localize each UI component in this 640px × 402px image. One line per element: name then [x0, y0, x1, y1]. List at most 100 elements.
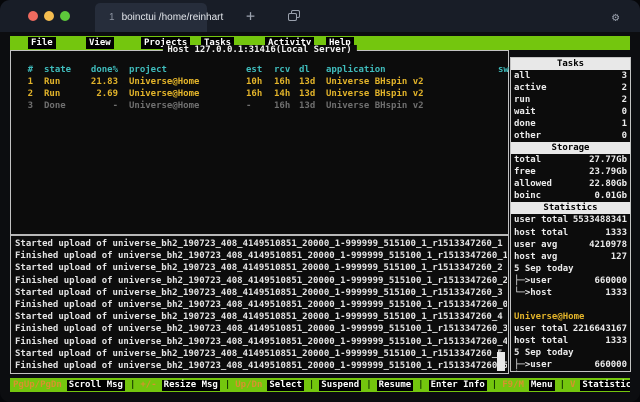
- task-state: Run: [44, 88, 60, 100]
- task-dl: 13d: [299, 100, 315, 112]
- spacer: [511, 299, 630, 311]
- status-bar: PgUp/PgDnScroll Msg | +/-Resize Msg | Up…: [10, 378, 630, 392]
- duplicate-icon[interactable]: [288, 10, 301, 22]
- menu-file[interactable]: File: [28, 37, 56, 49]
- stat-value: 2: [622, 82, 627, 94]
- stat-row: host total1333: [511, 227, 630, 239]
- task-done: -: [73, 100, 118, 112]
- col-done: done%: [73, 64, 118, 76]
- stat-label: ├─>user: [514, 359, 552, 371]
- stat-row: total27.77Gb: [511, 154, 630, 166]
- hotkey-enter-info: Enter Info: [429, 380, 487, 391]
- task-row[interactable]: 2 Run 2.69 Universe@Home 16h 14h 13d Uni…: [11, 88, 508, 100]
- stat-label: └─>host: [514, 371, 552, 372]
- stat-value: 3: [622, 70, 627, 82]
- separator: |: [309, 380, 314, 390]
- hotkey-label: Resume: [377, 380, 414, 391]
- task-est: 16h: [246, 88, 262, 100]
- task-done: 21.83: [73, 76, 118, 88]
- message-log[interactable]: Started upload of universe_bh2_190723_40…: [15, 238, 507, 372]
- col-dl: dl: [299, 64, 310, 76]
- task-project: Universe@Home: [129, 88, 199, 100]
- hotkey: PgUp/PgDn: [13, 380, 62, 390]
- titlebar: 1 boinctui /home/reinhart + ⚙: [0, 0, 640, 32]
- task-application: Universe BHspin v2: [326, 76, 424, 88]
- new-tab-icon[interactable]: +: [246, 7, 255, 25]
- stat-label: user total: [514, 214, 568, 226]
- menu-view[interactable]: View: [86, 37, 114, 49]
- project-stats-title: Universe@Home: [511, 311, 630, 323]
- col-num: #: [15, 64, 33, 76]
- log-line: Finished upload of universe_bh2_190723_4…: [15, 323, 507, 335]
- stat-row: ├─>user 660000: [511, 359, 630, 371]
- stat-row: user total2216643167: [511, 323, 630, 335]
- task-project: Universe@Home: [129, 100, 199, 112]
- project-name: Universe@Home: [514, 311, 584, 323]
- stat-label: user total: [514, 323, 568, 335]
- statistics-section-header: Statistics: [511, 202, 630, 214]
- stat-row: 5 Sep today: [511, 263, 630, 275]
- stat-label: allowed: [514, 178, 552, 190]
- task-rcv: 16h: [274, 100, 290, 112]
- stat-label: active: [514, 82, 547, 94]
- col-project: project: [129, 64, 167, 76]
- tab-title: boinctui /home/reinhart: [122, 12, 224, 23]
- log-line: Finished upload of universe_bh2_190723_4…: [15, 250, 507, 262]
- hotkey-select: Up/DnSelect: [235, 380, 304, 391]
- task-num: 3: [15, 100, 33, 112]
- stat-label: boinc: [514, 190, 541, 202]
- message-scrollbar-thumb[interactable]: [497, 352, 505, 371]
- hotkey-menu: F9/MMenu: [502, 380, 554, 391]
- close-window-button[interactable]: [28, 11, 38, 21]
- stat-value: 0: [622, 106, 627, 118]
- stat-row: host avg127: [511, 251, 630, 263]
- stat-value: 27.77Gb: [589, 154, 627, 166]
- stat-value: 22.80Gb: [589, 178, 627, 190]
- log-line: Started upload of universe_bh2_190723_40…: [15, 287, 507, 299]
- task-rcv: 16h: [274, 76, 290, 88]
- gear-icon[interactable]: ⚙: [612, 8, 619, 26]
- log-line: Started upload of universe_bh2_190723_40…: [15, 311, 507, 323]
- host-panel: Host 127.0.0.1:31416(Local Server) # sta…: [10, 50, 509, 374]
- stat-label: all: [514, 70, 530, 82]
- stat-value: 4210978: [589, 239, 627, 251]
- hotkey-label: Suspend: [319, 380, 361, 391]
- log-line: Started upload of universe_bh2_190723_40…: [15, 262, 507, 274]
- maximize-window-button[interactable]: [60, 11, 70, 21]
- task-state: Run: [44, 76, 60, 88]
- terminal-window: 1 boinctui /home/reinhart + ⚙ File View …: [0, 0, 640, 402]
- hotkey: +/-: [140, 380, 156, 390]
- log-line: Finished upload of universe_bh2_190723_4…: [15, 299, 507, 311]
- stat-label: ├─>user: [514, 275, 552, 287]
- stat-label: 5 Sep today: [514, 263, 574, 275]
- task-row[interactable]: 1 Run 21.83 Universe@Home 10h 16h 13d Un…: [11, 76, 508, 88]
- stat-row: └─>host1333: [511, 371, 630, 372]
- duplicate-icon-front: [288, 13, 297, 21]
- col-state: state: [44, 64, 71, 76]
- task-dl: 13d: [299, 88, 315, 100]
- stat-label: done: [514, 118, 536, 130]
- stat-value: 660000: [594, 275, 627, 287]
- separator: |: [560, 380, 565, 390]
- stat-row: user total5533488341: [511, 214, 630, 226]
- stat-label: host total: [514, 227, 568, 239]
- stat-row: free23.79Gb: [511, 166, 630, 178]
- storage-section-header: Storage: [511, 142, 630, 154]
- stat-row: host total1333: [511, 335, 630, 347]
- task-application: Universe BHspin v2: [326, 100, 424, 112]
- task-done: 2.69: [73, 88, 118, 100]
- minimize-window-button[interactable]: [44, 11, 54, 21]
- terminal-tab[interactable]: 1 boinctui /home/reinhart: [95, 3, 207, 32]
- stat-row: └─>host1333: [511, 287, 630, 299]
- stat-label: 5 Sep today: [514, 347, 574, 359]
- stat-value: 660000: [594, 359, 627, 371]
- stat-label: free: [514, 166, 536, 178]
- task-row[interactable]: 3 Done - Universe@Home - 16h 13d Univers…: [11, 100, 508, 112]
- stat-label: host total: [514, 335, 568, 347]
- separator: |: [130, 380, 135, 390]
- hotkey-label: Resize Msg: [162, 380, 220, 391]
- stat-value: 0: [622, 130, 627, 142]
- hotkey-resume: Resume: [377, 380, 414, 391]
- col-sw: sw: [498, 64, 509, 76]
- hotkey-label: Statistics: [580, 380, 630, 391]
